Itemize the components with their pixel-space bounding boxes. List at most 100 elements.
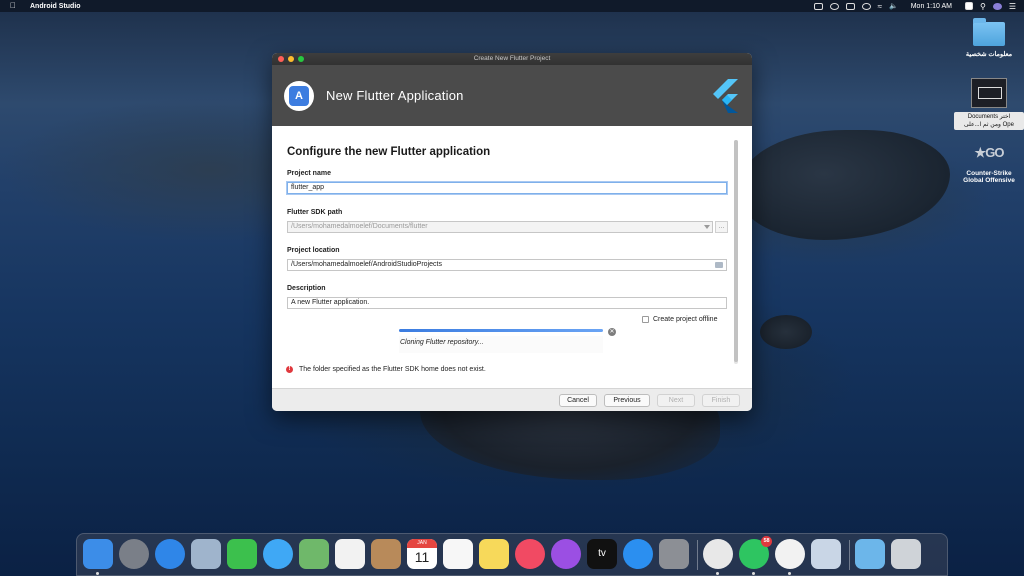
input-source-icon[interactable]	[964, 2, 973, 10]
launchpad-icon[interactable]	[119, 539, 149, 569]
user-icon[interactable]	[992, 2, 1002, 10]
desktop-folder-personal-info[interactable]: معلومات شخصية	[954, 18, 1024, 58]
menu-clock[interactable]: Mon 1:10 AM	[911, 3, 952, 10]
document-label-line2: ومن ثم ا...على	[964, 122, 1001, 128]
display-icon[interactable]	[845, 2, 855, 10]
document-label-line3: Ope	[1002, 122, 1014, 128]
downloads-folder-icon[interactable]	[855, 539, 885, 569]
minimize-window-button[interactable]	[288, 56, 294, 62]
dialog-header: A New Flutter Application	[272, 65, 752, 126]
app-menu-name[interactable]: Android Studio	[30, 3, 81, 10]
volume-icon[interactable]: 🔈	[889, 2, 898, 10]
dialog-titlebar[interactable]: Create New Flutter Project	[272, 53, 752, 65]
running-indicator	[716, 572, 719, 575]
window-controls	[278, 56, 304, 62]
counter-strike-label-line1: Counter-Strike	[966, 170, 1012, 177]
maps-icon[interactable]	[299, 539, 329, 569]
reminders-icon[interactable]	[443, 539, 473, 569]
document-thumbnail-icon	[971, 78, 1007, 108]
sdk-path-value: /Users/mohamedalmoelef/Documents/flutter	[291, 223, 428, 230]
desktop-folder-label: معلومات شخصية	[965, 51, 1013, 58]
control-center-icon[interactable]: ☰	[1009, 2, 1016, 11]
project-name-input[interactable]: flutter_app	[287, 182, 727, 194]
create-offline-checkbox[interactable]	[642, 316, 649, 323]
photos-icon[interactable]	[335, 539, 365, 569]
finish-button[interactable]: Finish	[702, 394, 740, 407]
project-location-input[interactable]: /Users/mohamedalmoelef/AndroidStudioProj…	[287, 259, 727, 271]
dialog-header-title: New Flutter Application	[326, 88, 464, 103]
dock-separator	[849, 540, 850, 570]
desktop-document-item[interactable]: Documents اختر ومن ثم ا...على Ope	[954, 78, 1024, 130]
previous-button[interactable]: Previous	[604, 394, 650, 407]
facetime-icon[interactable]	[227, 539, 257, 569]
progress-fill	[399, 329, 603, 332]
trash-icon[interactable]	[891, 539, 921, 569]
dock-separator	[697, 540, 698, 570]
description-label: Description	[287, 285, 326, 292]
close-window-button[interactable]	[278, 56, 284, 62]
messages-icon[interactable]	[263, 539, 293, 569]
error-message-text: The folder specified as the Flutter SDK …	[299, 366, 486, 373]
cancel-progress-icon[interactable]: ✕	[608, 328, 616, 336]
counter-strike-logo-text: GO	[985, 145, 1004, 160]
music-icon[interactable]	[515, 539, 545, 569]
zoom-window-button[interactable]	[298, 56, 304, 62]
progress-bar	[399, 329, 603, 332]
dialog-content: Configure the new Flutter application Pr…	[272, 126, 752, 388]
scrollbar-thumb[interactable]	[734, 140, 738, 362]
cancel-button[interactable]: Cancel	[559, 394, 597, 407]
dialog-window-title: Create New Flutter Project	[473, 55, 551, 62]
preview-icon[interactable]	[811, 539, 841, 569]
running-indicator	[96, 572, 99, 575]
project-name-label: Project name	[287, 170, 331, 177]
desktop-document-label: Documents اختر ومن ثم ا...على Ope	[954, 112, 1024, 130]
document-label-line1: Documents	[967, 114, 999, 120]
chrome-icon[interactable]	[703, 539, 733, 569]
spotlight-icon[interactable]: ⚲	[980, 2, 986, 11]
calendar-icon[interactable]: JAN 11	[407, 539, 437, 569]
tv-icon[interactable]: tv	[587, 539, 617, 569]
counter-strike-label-line2: Global Offensive	[963, 177, 1015, 184]
time-machine-icon[interactable]	[861, 2, 871, 10]
section-title: Configure the new Flutter application	[287, 146, 491, 158]
desktop-counter-strike-item[interactable]: ★GO Counter-Strike Global Offensive	[954, 140, 1024, 184]
finder-icon[interactable]	[83, 539, 113, 569]
system-preferences-icon[interactable]	[659, 539, 689, 569]
contacts-icon[interactable]	[371, 539, 401, 569]
next-button[interactable]: Next	[657, 394, 695, 407]
cast-icon[interactable]	[813, 2, 823, 10]
android-studio-icon[interactable]	[775, 539, 805, 569]
calendar-month: JAN	[407, 539, 437, 548]
counter-strike-icon: ★GO	[974, 145, 1005, 160]
create-flutter-project-dialog: Create New Flutter Project A New Flutter…	[272, 53, 752, 411]
notes-icon[interactable]	[479, 539, 509, 569]
running-indicator	[752, 572, 755, 575]
safari-icon[interactable]	[155, 539, 185, 569]
sdk-path-label: Flutter SDK path	[287, 209, 343, 216]
apple-menu-icon[interactable]: 	[10, 1, 20, 11]
clone-progress: Cloning Flutter repository...	[399, 329, 603, 353]
app-store-icon[interactable]	[623, 539, 653, 569]
create-offline-option[interactable]: Create project offline	[642, 316, 717, 323]
wifi-icon[interactable]: ≈	[878, 2, 882, 11]
browse-folder-icon[interactable]	[715, 262, 723, 268]
notification-badge: 58	[761, 536, 772, 547]
wallpaper-rock	[760, 315, 812, 349]
error-message-row: ! The folder specified as the Flutter SD…	[286, 366, 486, 373]
mail-icon[interactable]	[191, 539, 221, 569]
project-location-label: Project location	[287, 247, 340, 254]
podcasts-icon[interactable]	[551, 539, 581, 569]
calendar-day: 11	[414, 549, 430, 565]
project-location-value: /Users/mohamedalmoelef/AndroidStudioProj…	[291, 261, 442, 268]
dock: JAN 11 tv 58	[76, 533, 948, 576]
running-indicator	[788, 572, 791, 575]
whatsapp-icon[interactable]: 58	[739, 536, 772, 569]
chevron-down-icon[interactable]	[704, 225, 710, 230]
dialog-footer: Cancel Previous Next Finish	[272, 388, 752, 411]
description-input[interactable]: A new Flutter application.	[287, 297, 727, 309]
wallpaper-headland	[740, 130, 950, 240]
menu-bar:  Android Studio ≈ 🔈 Mon 1:10 AM ⚲ ☰	[0, 0, 1024, 12]
sync-icon[interactable]	[829, 2, 839, 10]
sdk-path-combobox[interactable]: /Users/mohamedalmoelef/Documents/flutter	[287, 221, 713, 233]
sdk-browse-button[interactable]: ...	[715, 221, 728, 233]
